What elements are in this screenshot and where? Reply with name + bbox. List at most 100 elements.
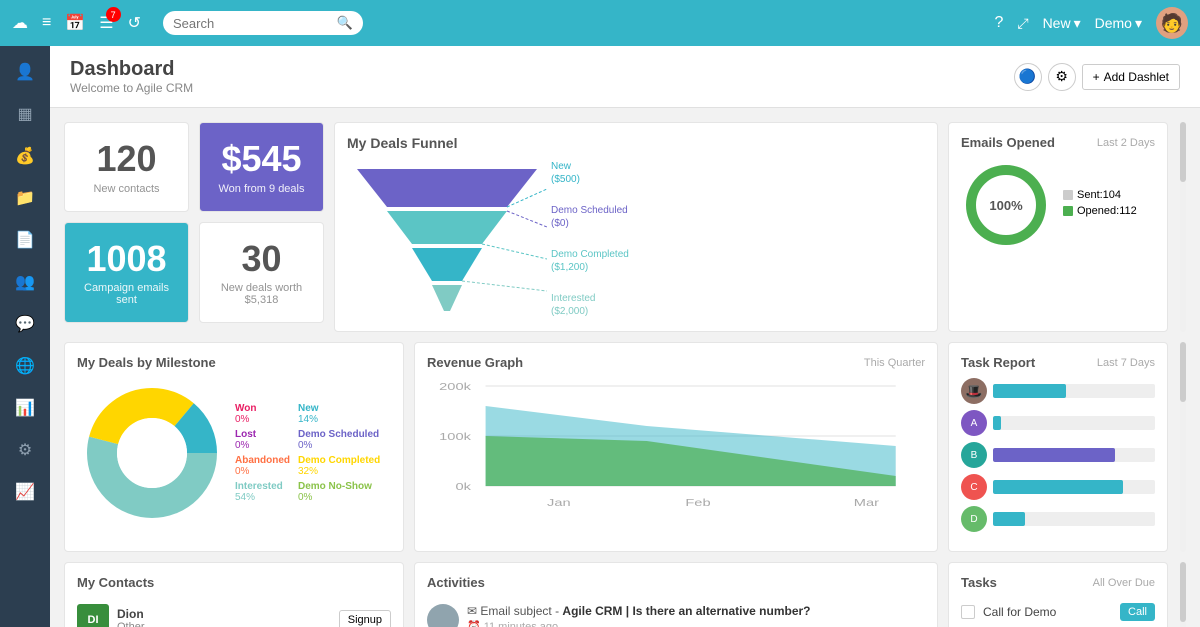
funnel-label-sched: Demo Scheduled($0) — [551, 204, 629, 230]
avatar[interactable]: 🧑 — [1156, 7, 1188, 39]
new-button[interactable]: New ▾ — [1043, 15, 1081, 32]
won-deals-label: Won from 9 deals — [212, 183, 311, 195]
sidebar-item-documents[interactable]: 📄 — [5, 222, 45, 258]
revenue-card: Revenue Graph This Quarter 200k 100k 0k — [414, 342, 938, 552]
contact-item-0: DI Dion Other, Signup — [77, 598, 391, 627]
task-bar-rows: 🎩 A B — [961, 378, 1155, 532]
expand-icon[interactable]: ⤢ — [1017, 15, 1028, 32]
won-deals-card: $545 Won from 9 deals — [199, 122, 324, 212]
add-dashlet-button[interactable]: + Add Dashlet — [1082, 64, 1180, 90]
task-report-period: Last 7 Days — [1097, 357, 1155, 369]
demo-button[interactable]: Demo ▾ — [1095, 15, 1142, 32]
scrollbar-thumb-2 — [1180, 342, 1186, 402]
new-contacts-number: 120 — [77, 139, 176, 179]
new-contacts-label: New contacts — [77, 183, 176, 195]
sidebar-item-web[interactable]: 🌐 — [5, 348, 45, 384]
sidebar-item-analytics[interactable]: 📈 — [5, 474, 45, 510]
funnel-label-new: New($500) — [551, 160, 629, 186]
notification-badge: 7 — [106, 7, 121, 22]
task-bar-bg-0 — [993, 384, 1155, 398]
stat-row-2: 1008 Campaign emails sent 30 New deals w… — [64, 222, 324, 324]
milestone-card: My Deals by Milestone — [64, 342, 404, 552]
task-name-0: Call for Demo — [983, 605, 1112, 619]
task-bar-row-0: 🎩 — [961, 378, 1155, 404]
page-header: Dashboard Welcome to Agile CRM 🔵 ⚙ + Add… — [50, 46, 1200, 108]
help-icon[interactable]: ? — [994, 14, 1003, 32]
svg-text:0k: 0k — [455, 481, 471, 492]
search-box[interactable]: 🔍 — [163, 11, 363, 35]
task-item-0: Call for Demo Call — [961, 598, 1155, 626]
new-deals-card: 30 New deals worth $5,318 — [199, 222, 324, 324]
right-scrollbar-2[interactable] — [1180, 342, 1186, 552]
contacts-title: My Contacts — [77, 575, 391, 590]
topnav: ☁ ≡ 📅 ☰ 7 ↺ 🔍 ? ⤢ New ▾ Demo ▾ 🧑 — [0, 0, 1200, 46]
campaign-emails-card: 1008 Campaign emails sent — [64, 222, 189, 324]
scrollbar-thumb — [1180, 122, 1186, 182]
revenue-header: Revenue Graph This Quarter — [427, 355, 925, 370]
task-bar-bg-3 — [993, 480, 1155, 494]
search-input[interactable] — [173, 16, 331, 31]
milestone-demo-noshow: Demo No-Show0% — [298, 481, 380, 503]
donut-wrap: 100% Sent:104 Opened:112 — [961, 160, 1155, 250]
activity-time-0: ⏰ 11 minutes ago — [467, 620, 811, 627]
chrome-icon-button[interactable]: 🔵 — [1014, 63, 1042, 91]
funnel-title: My Deals Funnel — [347, 135, 925, 151]
page-subtitle: Welcome to Agile CRM — [70, 81, 193, 95]
calendar-icon[interactable]: 📅 — [65, 13, 85, 33]
main-content: Dashboard Welcome to Agile CRM 🔵 ⚙ + Add… — [50, 46, 1200, 627]
contact-info-0: Dion Other, — [117, 607, 331, 627]
milestone-new: New14% — [298, 403, 380, 425]
cloud-icon[interactable]: ☁ — [12, 13, 28, 33]
tasks-title: Tasks — [961, 575, 997, 590]
task-avatar-1: A — [961, 410, 987, 436]
legend-sent: Sent:104 — [1063, 189, 1137, 201]
task-bar-bg-2 — [993, 448, 1155, 462]
sidebar-item-groups[interactable]: 👥 — [5, 264, 45, 300]
task-report-title: Task Report — [961, 355, 1035, 370]
settings-icon-button[interactable]: ⚙ — [1048, 63, 1076, 91]
milestone-lost: Lost0% — [235, 429, 290, 451]
emails-title: Emails Opened — [961, 135, 1055, 150]
contact-sub-0: Other, — [117, 621, 331, 627]
stat-cards: 120 New contacts $545 Won from 9 deals 1… — [64, 122, 324, 332]
history-icon[interactable]: ↺ — [128, 13, 141, 33]
task-checkbox-0[interactable] — [961, 605, 975, 619]
clock-icon-0: ⏰ — [467, 620, 481, 627]
task-report-header: Task Report Last 7 Days — [961, 355, 1155, 370]
sidebar-item-messages[interactable]: 💬 — [5, 306, 45, 342]
milestone-pie-svg — [77, 378, 227, 528]
sidebar-item-settings[interactable]: ⚙ — [5, 432, 45, 468]
sidebar-item-deals[interactable]: 💰 — [5, 138, 45, 174]
activities-card: Activities ✉ Email subject - Agile CRM |… — [414, 562, 938, 627]
gear-icon: ⚙ — [1055, 68, 1068, 85]
sidebar-item-files[interactable]: 📁 — [5, 180, 45, 216]
svg-text:100k: 100k — [439, 431, 472, 442]
chrome-icon: 🔵 — [1019, 68, 1036, 85]
sidebar-item-contacts[interactable]: 👤 — [5, 54, 45, 90]
page-title: Dashboard — [70, 58, 193, 81]
campaign-emails-label: Campaign emails sent — [77, 282, 176, 306]
sidebar-item-dashboard[interactable]: ▦ — [5, 96, 45, 132]
task-bar-row-1: A — [961, 410, 1155, 436]
menu-icon[interactable]: ≡ — [42, 14, 51, 32]
activity-avatar-0 — [427, 604, 459, 627]
milestone-won: Won0% — [235, 403, 290, 425]
task-bar-row-3: C — [961, 474, 1155, 500]
header-actions: 🔵 ⚙ + Add Dashlet — [1014, 63, 1180, 91]
new-contacts-card: 120 New contacts — [64, 122, 189, 212]
sidebar: 👤 ▦ 💰 📁 📄 👥 💬 🌐 📊 ⚙ 📈 — [0, 46, 50, 627]
right-scrollbar-3[interactable] — [1180, 562, 1186, 627]
task-call-button-0[interactable]: Call — [1120, 603, 1155, 621]
search-icon: 🔍 — [337, 15, 353, 31]
sidebar-item-reports[interactable]: 📊 — [5, 390, 45, 426]
new-deals-number: 30 — [212, 239, 311, 279]
right-scrollbar[interactable] — [1180, 122, 1186, 332]
task-bar-bg-1 — [993, 416, 1155, 430]
tasks-header: Tasks All Over Due — [961, 575, 1155, 590]
svg-text:Feb: Feb — [685, 497, 710, 508]
task-avatar-2: B — [961, 442, 987, 468]
notifications-wrap[interactable]: ☰ 7 — [99, 13, 113, 33]
signup-button-0[interactable]: Signup — [339, 610, 391, 627]
milestone-demo-comp: Demo Completed32% — [298, 455, 380, 477]
stat-row-1: 120 New contacts $545 Won from 9 deals — [64, 122, 324, 212]
